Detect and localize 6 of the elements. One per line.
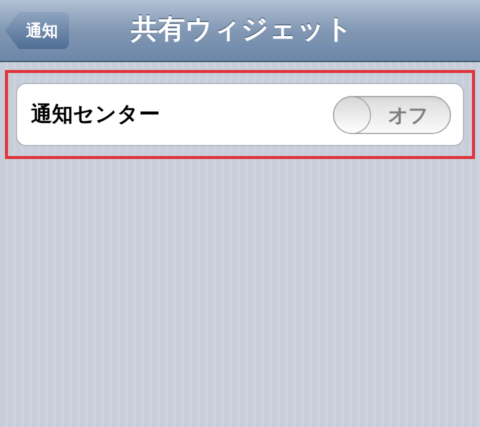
switch-label: オフ xyxy=(388,102,428,128)
back-button[interactable]: 通知 xyxy=(5,12,69,49)
page-title: 共有ウィジェット xyxy=(131,13,353,48)
switch-knob xyxy=(333,96,371,134)
toggle-switch[interactable]: オフ xyxy=(333,96,451,134)
setting-label: 通知センター xyxy=(31,100,160,128)
